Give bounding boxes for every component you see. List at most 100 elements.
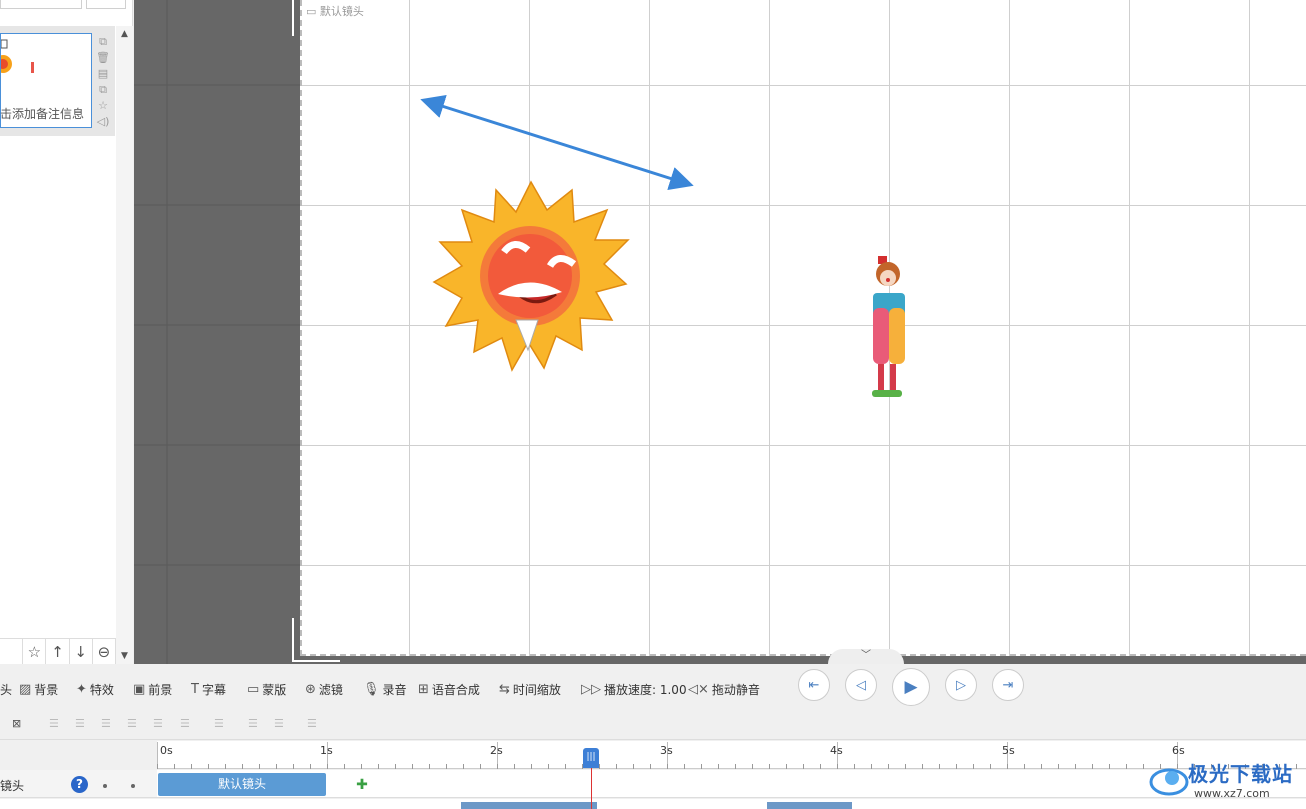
tick-label-6: 6s — [1172, 744, 1185, 757]
same-size-icon[interactable]: ☰ — [274, 717, 284, 730]
copy-slide-icon[interactable]: ⧉ — [95, 34, 111, 49]
help-icon[interactable]: ? — [71, 776, 88, 793]
camera-tool-button[interactable]: 头 — [0, 680, 12, 698]
object-track[interactable] — [0, 799, 1306, 809]
playhead-handle[interactable]: ||| — [583, 748, 599, 768]
speed-tool-button[interactable]: ▷▷ 播放速度: 1.00 — [581, 680, 687, 698]
effects-tool-button[interactable]: ✦ 特效 — [76, 680, 114, 698]
collapse-toggle-icon[interactable]: ﹀ — [828, 649, 904, 664]
minor-tick — [1143, 764, 1144, 769]
filter-tool-button[interactable]: ⊛ 滤镜 — [305, 680, 343, 698]
minor-tick — [565, 764, 566, 769]
star-icon[interactable]: ☆ — [23, 639, 47, 665]
record-tool-button[interactable]: 🎙 录音 — [363, 680, 407, 698]
minor-tick — [650, 764, 651, 769]
mask-tool-button[interactable]: ▭ 蒙版 — [247, 680, 286, 698]
add-keyframe-icon[interactable]: ✚ — [354, 777, 370, 793]
layer-icon[interactable]: ☰ — [307, 717, 317, 730]
clown-nose — [886, 278, 890, 282]
play-button[interactable]: ▶ — [892, 668, 930, 706]
thumbnail-note[interactable]: 击添加备注信息 — [0, 105, 90, 122]
clown-shoes — [872, 390, 902, 397]
mask-label: 蒙版 — [262, 682, 287, 697]
prev-scene-button[interactable]: ⇤ — [798, 669, 830, 701]
camera-clip[interactable]: 默认镜头 — [158, 773, 326, 796]
align-center-icon[interactable]: ☰ — [75, 717, 85, 730]
panel-top-button[interactable] — [86, 0, 126, 9]
minor-tick — [225, 764, 226, 769]
distribute-h-icon[interactable]: ☰ — [214, 717, 224, 730]
move-up-icon[interactable]: ↑ — [46, 639, 70, 665]
panel-left-icon[interactable] — [0, 639, 24, 665]
foreground-tool-button[interactable]: ▣ 前景 — [133, 680, 172, 698]
foreground-label: 前景 — [148, 682, 173, 697]
panel-scrollbar[interactable] — [116, 26, 133, 664]
minor-tick — [293, 764, 294, 769]
stage-corner-bottom — [292, 618, 340, 662]
subtitle-icon: T — [191, 681, 199, 697]
tick-label-4: 4s — [830, 744, 843, 757]
object-clip-2[interactable] — [767, 802, 852, 809]
tick-label-2: 2s — [490, 744, 503, 757]
align-top-icon[interactable]: ☰ — [127, 717, 137, 730]
camera-track[interactable] — [157, 770, 1306, 798]
background-icon: ▨ — [19, 681, 32, 697]
prev-frame-button[interactable]: ◁ — [845, 669, 877, 701]
next-scene-button[interactable]: ⇥ — [992, 669, 1024, 701]
time-scale-tool-button[interactable]: ⇆ 时间缩放 — [499, 680, 561, 698]
minor-tick — [174, 764, 175, 769]
minor-tick — [412, 764, 413, 769]
distribute-v-icon[interactable]: ☰ — [248, 717, 258, 730]
align-bottom-icon[interactable]: ☰ — [180, 717, 190, 730]
align-left-icon[interactable]: ☰ — [49, 717, 59, 730]
background-tool-button[interactable]: ▨ 背景 — [19, 680, 58, 698]
slide-notes-icon[interactable]: ▤ — [95, 66, 111, 81]
camera-label[interactable]: ▭ 默认镜头 — [306, 3, 364, 19]
more-icon[interactable]: ⊖ — [93, 639, 117, 665]
clown-pants-right — [889, 308, 905, 364]
move-down-icon[interactable]: ↓ — [70, 639, 93, 665]
duplicate-slide-icon[interactable]: ⧉ — [95, 82, 111, 97]
play-icon: ▶ — [904, 677, 918, 697]
slide-sound-icon[interactable]: ◁) — [95, 114, 111, 129]
scroll-up-icon[interactable]: ▲ — [116, 26, 133, 42]
clown-character[interactable] — [866, 256, 912, 402]
minor-tick — [242, 764, 243, 769]
align-middle-icon[interactable]: ☰ — [153, 717, 163, 730]
minor-tick — [1092, 764, 1093, 769]
minor-tick — [837, 764, 838, 769]
clown-leg-left — [878, 364, 884, 390]
sun-character[interactable] — [432, 180, 630, 372]
scroll-down-icon[interactable]: ▼ — [116, 648, 133, 664]
camera-tool-label: 头 — [0, 682, 13, 697]
record-label: 录音 — [382, 682, 407, 697]
tick-label-3: 3s — [660, 744, 673, 757]
minor-tick — [157, 764, 158, 769]
subtitle-tool-button[interactable]: T 字幕 — [191, 680, 226, 698]
object-clip-1[interactable] — [461, 802, 597, 809]
minor-tick — [1024, 764, 1025, 769]
minor-tick — [208, 764, 209, 769]
motion-path-arrow[interactable] — [420, 94, 695, 190]
thumb-camera — [0, 39, 8, 49]
minor-tick — [701, 764, 702, 769]
mask-icon: ▭ — [247, 681, 260, 697]
tts-tool-button[interactable]: ⊞ 语音合成 — [418, 680, 480, 698]
minor-tick — [803, 764, 804, 769]
next-frame-button[interactable]: ▷ — [945, 669, 977, 701]
mute-drag-tool-button[interactable]: ◁× 拖动静音 — [688, 680, 760, 698]
favorite-slide-icon[interactable]: ☆ — [95, 98, 111, 113]
tts-label: 语音合成 — [431, 682, 480, 697]
clear-format-icon[interactable]: ⊠ — [12, 717, 21, 730]
minor-tick — [361, 764, 362, 769]
delete-slide-icon[interactable]: 🗑 — [95, 50, 111, 65]
minor-tick — [684, 764, 685, 769]
mute-drag-label: 拖动静音 — [711, 682, 760, 697]
minor-tick — [429, 764, 430, 769]
panel-top-field[interactable] — [0, 0, 82, 9]
align-right-icon[interactable]: ☰ — [101, 717, 111, 730]
minor-tick — [956, 764, 957, 769]
minor-tick — [752, 764, 753, 769]
playhead-line — [591, 768, 592, 809]
minor-tick — [667, 764, 668, 769]
